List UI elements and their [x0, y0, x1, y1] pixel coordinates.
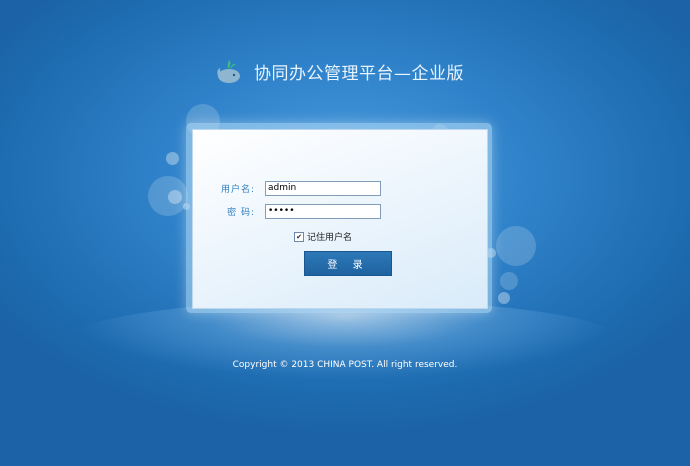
login-panel-frame: 用户名: admin 密 码: ••••• ✔ 记住用户名 登 录 [186, 123, 492, 313]
page-title: 协同办公管理平台—企业版 [254, 63, 464, 84]
login-panel: 用户名: admin 密 码: ••••• ✔ 记住用户名 登 录 [192, 129, 488, 309]
remember-checkbox[interactable]: ✔ [294, 231, 304, 242]
bubble-decoration [168, 190, 182, 204]
bubble-decoration [498, 292, 510, 304]
bubble-decoration [166, 152, 179, 165]
username-input[interactable]: admin [265, 181, 381, 196]
password-input[interactable]: ••••• [265, 204, 381, 219]
remember-row: ✔ 记住用户名 [294, 230, 352, 243]
password-label: 密 码: [227, 208, 255, 218]
whale-icon [217, 60, 240, 83]
app-header: 协同办公管理平台—企业版 [214, 54, 464, 88]
password-row: 密 码: ••••• [193, 204, 381, 219]
bubble-decoration [496, 226, 536, 266]
username-row: 用户名: admin [193, 181, 381, 196]
copyright-text: Copyright © 2013 CHINA POST. All right r… [232, 360, 458, 370]
login-button[interactable]: 登 录 [304, 251, 392, 276]
remember-label: 记住用户名 [307, 233, 353, 243]
username-label: 用户名: [220, 185, 255, 195]
bubble-decoration [500, 272, 518, 290]
